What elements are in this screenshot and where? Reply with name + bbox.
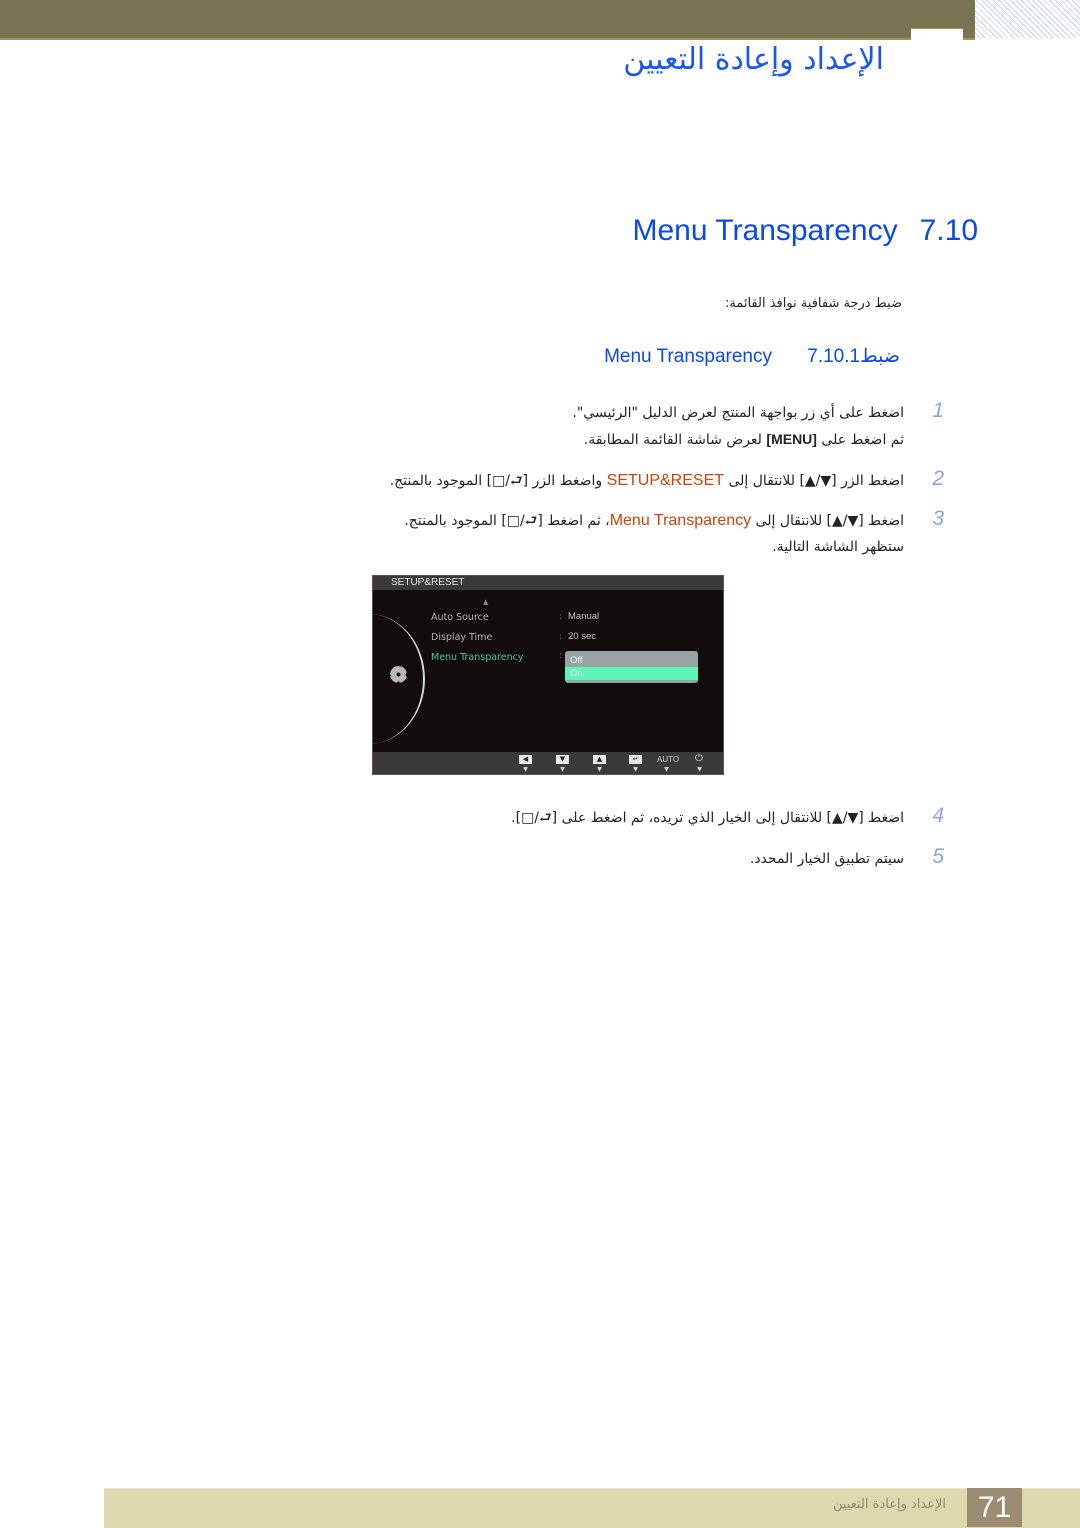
step-1: 1 اضغط على أي زر بواجهة المنتج لعرض الدل… xyxy=(572,399,944,453)
header-notch xyxy=(911,28,963,41)
osd-item-display-time: Display Time xyxy=(431,632,493,643)
step-text-line2: ثم اضغط على [MENU] لعرض شاشة القائمة الم… xyxy=(572,426,904,453)
subsection-title-ar: ضبط xyxy=(860,346,900,367)
step-text: سيتم تطبيق الخيار المحدد. xyxy=(749,851,904,867)
gear-icon xyxy=(390,666,407,683)
step-text: اضغط [▼/▲] للانتقال إلى الخيار الذي تريد… xyxy=(511,810,904,826)
subsection-title-en: Menu Transparency xyxy=(604,346,772,367)
down-pointer-icon: ▼ xyxy=(697,766,702,773)
osd-item-auto-source: Auto Source xyxy=(431,612,489,623)
osd-arc-decoration xyxy=(313,614,425,744)
footer-chapter-name: الإعداد وإعادة التعيين xyxy=(833,1497,946,1512)
top-header-band xyxy=(0,0,975,40)
step-2: 2 اضغط الزر [▼/▲] للانتقال إلى SETUP&RES… xyxy=(390,467,944,494)
down-pointer-icon: ▼ xyxy=(523,766,528,773)
osd-item-menu-transparency: Menu Transparency xyxy=(431,652,524,663)
step-number: 5 xyxy=(932,845,944,868)
down-pointer-icon: ▼ xyxy=(597,766,602,773)
scroll-up-arrow-icon: ▲ xyxy=(483,598,489,606)
auto-button-label: AUTO xyxy=(657,755,680,764)
step-4: 4 اضغط [▼/▲] للانتقال إلى الخيار الذي تر… xyxy=(511,804,944,831)
subsection-number: 7.10.1 xyxy=(807,346,861,367)
osd-header: SETUP&RESET xyxy=(373,576,723,590)
step-text: اضغط على أي زر بواجهة المنتج لعرض الدليل… xyxy=(572,405,904,421)
osd-option-off: Off xyxy=(570,655,583,666)
step-number: 2 xyxy=(932,467,944,490)
step-5: 5 سيتم تطبيق الخيار المحدد. xyxy=(749,845,944,872)
up-arrow-button-icon: ▲ xyxy=(593,755,606,764)
step-3: 3 اضغط [▼/▲] للانتقال إلى Menu Transpare… xyxy=(404,507,944,560)
step-text-part: ثم اضغط على xyxy=(816,432,904,448)
section-number: 7.10 xyxy=(919,214,978,247)
osd-dropdown: Off On xyxy=(565,651,698,683)
menu-key-label: [MENU] xyxy=(766,431,817,447)
down-pointer-icon: ▼ xyxy=(560,766,565,773)
step-text: اضغط الزر [▼/▲] للانتقال إلى SETUP&RESET… xyxy=(390,468,904,494)
subsection-title: Menu Transparency ضبط7.10.1 xyxy=(604,345,900,368)
monitor-osd-screenshot: SETUP&RESET ▲ Auto Source : Manual Displ… xyxy=(372,575,724,775)
down-arrow-button-icon: ▼ xyxy=(556,755,569,764)
step-number: 4 xyxy=(932,804,944,827)
highlight-menu-transparency: Menu Transparency xyxy=(609,512,752,529)
step-text-part: واضغط الزر [⮐/□] الموجود بالمنتج. xyxy=(389,473,607,489)
step-number: 1 xyxy=(932,399,944,422)
step-text: اضغط [▼/▲] للانتقال إلى Menu Transparenc… xyxy=(404,508,904,534)
section-title-text: Menu Transparency xyxy=(632,214,898,247)
down-pointer-icon: ▼ xyxy=(664,766,669,773)
section-intro: ضبط درجة شفافية نوافذ القائمة: xyxy=(724,296,902,311)
page-number: 71 xyxy=(967,1488,1022,1527)
step-number: 3 xyxy=(932,507,944,530)
osd-option-on: On xyxy=(565,667,698,680)
step-text-part: اضغط [▼/▲] للانتقال إلى xyxy=(751,513,904,529)
step-text-line2: ستظهر الشاشة التالية. xyxy=(772,539,904,555)
osd-colon: : xyxy=(559,651,563,661)
left-arrow-button-icon: ◀ xyxy=(519,755,532,764)
power-icon: ⏻ xyxy=(695,753,703,764)
highlight-setup-reset: SETUP&RESET xyxy=(606,472,725,489)
section-title: Menu Transparency 7.10 xyxy=(632,214,978,248)
osd-value-display-time: 20 sec xyxy=(568,631,596,642)
down-pointer-icon: ▼ xyxy=(633,766,638,773)
osd-colon: : xyxy=(559,632,563,642)
step-text-part: ، ثم اضغط [⮐/□] الموجود بالمنتج. xyxy=(404,513,610,529)
osd-value-auto-source: Manual xyxy=(568,611,600,622)
step-text-part: اضغط الزر [▼/▲] للانتقال إلى xyxy=(724,473,904,489)
chapter-title: الإعداد وإعادة التعيين xyxy=(623,42,884,77)
step-text-part: لعرض شاشة القائمة المطابقة. xyxy=(583,432,767,448)
header-hatch-decoration xyxy=(975,0,1080,38)
osd-button-bar: ◀ ▼ ▼ ▼ ▲ ▼ ↵ ▼ AUTO ▼ ⏻ ▼ xyxy=(373,752,723,774)
osd-colon: : xyxy=(559,612,563,622)
enter-button-icon: ↵ xyxy=(629,755,642,764)
